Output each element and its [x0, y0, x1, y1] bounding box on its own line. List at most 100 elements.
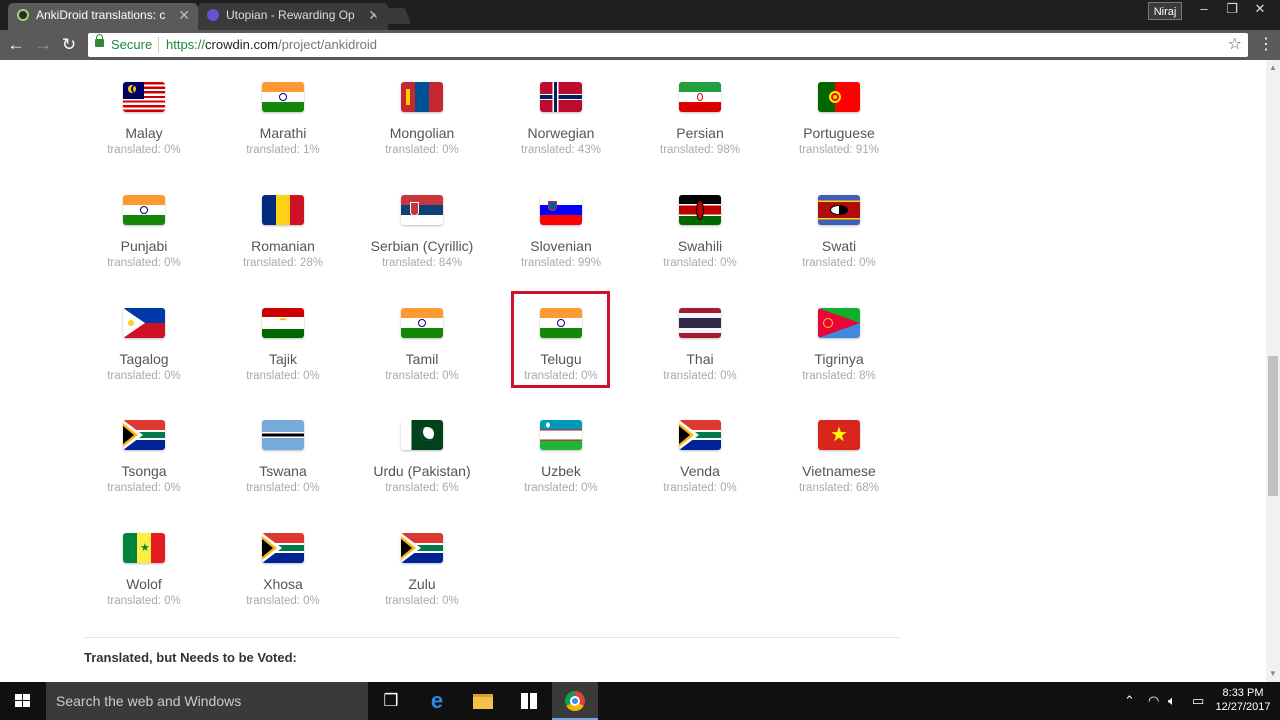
translation-progress: translated: 91% — [799, 144, 879, 156]
new-tab-button[interactable] — [373, 8, 411, 24]
language-item-serbian-cyrillic[interactable]: Serbian (Cyrillic) translated: 84% — [352, 195, 492, 270]
language-item-thai[interactable]: Thai translated: 0% — [630, 308, 770, 383]
reload-icon[interactable]: ↻ — [59, 35, 79, 55]
translation-progress: translated: 0% — [107, 144, 181, 156]
language-item-zulu[interactable]: Zulu translated: 0% — [352, 533, 492, 608]
india-flag-icon — [401, 308, 443, 338]
language-item-tajik[interactable]: Tajik translated: 0% — [213, 308, 353, 383]
language-name: Thai — [686, 351, 714, 367]
southafrica-flag-icon — [401, 533, 443, 563]
translation-progress: translated: 0% — [385, 595, 459, 607]
clock-date: 12/27/2017 — [1215, 701, 1271, 713]
user-profile-button[interactable]: Niraj — [1148, 2, 1182, 20]
language-item-punjabi[interactable]: Punjabi translated: 0% — [74, 195, 214, 270]
bookmark-star-icon[interactable]: ☆ — [1228, 34, 1242, 54]
language-name: Persian — [676, 125, 724, 141]
language-item-marathi[interactable]: Marathi translated: 1% — [213, 82, 353, 157]
start-button[interactable] — [0, 682, 46, 720]
language-item-vietnamese[interactable]: ★ Vietnamese translated: 68% — [769, 420, 909, 495]
philippines-flag-icon — [123, 308, 165, 338]
tray-chevron-icon[interactable]: ⌃ — [1124, 682, 1135, 720]
browser-menu-icon[interactable]: ⋮ — [1258, 35, 1274, 55]
translation-progress: translated: 0% — [246, 482, 320, 494]
language-item-mongolian[interactable]: Mongolian translated: 0% — [352, 82, 492, 157]
language-name: Romanian — [251, 238, 315, 254]
section-divider — [84, 637, 900, 638]
translation-progress: translated: 8% — [802, 370, 876, 382]
tab-title: AnkiDroid translations: c — [36, 8, 166, 22]
minimize-icon[interactable]: – — [1190, 0, 1218, 20]
address-bar[interactable]: Secure https://crowdin.com/project/ankid… — [88, 33, 1248, 57]
notifications-icon[interactable]: ▭ — [1192, 682, 1204, 720]
translation-progress: translated: 98% — [660, 144, 740, 156]
language-item-tamil[interactable]: Tamil translated: 0% — [352, 308, 492, 383]
url-protocol: https:// — [166, 37, 206, 52]
omnibox-separator — [158, 37, 159, 53]
scroll-up-icon[interactable]: ▲ — [1266, 62, 1280, 74]
translation-progress: translated: 0% — [385, 370, 459, 382]
translation-progress: translated: 43% — [521, 144, 601, 156]
language-name: Punjabi — [120, 238, 168, 254]
tab-ankidroid-translations[interactable]: AnkiDroid translations: c ✕ — [8, 3, 198, 30]
translation-progress: translated: 0% — [385, 144, 459, 156]
edge-browser-icon[interactable]: e — [414, 682, 460, 720]
eritrea-flag-icon — [818, 308, 860, 338]
url-text[interactable]: https://crowdin.com/project/ankidroid — [166, 37, 377, 52]
url-path: /project/ankidroid — [278, 37, 377, 52]
iran-flag-icon — [679, 82, 721, 112]
window-close-icon[interactable]: ✕ — [1246, 0, 1274, 20]
southafrica-flag-icon — [262, 533, 304, 563]
language-item-tswana[interactable]: Tswana translated: 0% — [213, 420, 353, 495]
language-item-venda[interactable]: Venda translated: 0% — [630, 420, 770, 495]
language-name: Swati — [821, 238, 857, 254]
back-arrow-icon[interactable]: ← — [6, 35, 26, 55]
language-name: Slovenian — [530, 238, 592, 254]
language-item-uzbek[interactable]: Uzbek translated: 0% — [491, 420, 631, 495]
language-item-wolof[interactable]: ★ Wolof translated: 0% — [74, 533, 214, 608]
language-item-malay[interactable]: Malay translated: 0% — [74, 82, 214, 157]
romania-flag-icon — [262, 195, 304, 225]
language-name: Portuguese — [803, 125, 875, 141]
section-title: Translated, but Needs to be Voted: — [84, 650, 297, 665]
tab-title: Utopian - Rewarding Op — [226, 8, 355, 22]
system-clock[interactable]: 8:33 PM 12/27/2017 — [1212, 686, 1274, 714]
southafrica-flag-icon — [123, 420, 165, 450]
language-item-persian[interactable]: Persian translated: 98% — [630, 82, 770, 157]
clock-time: 8:33 PM — [1222, 687, 1264, 699]
task-view-icon[interactable]: ❒ — [368, 682, 414, 720]
language-item-tigrinya[interactable]: Tigrinya translated: 8% — [769, 308, 909, 383]
chrome-taskbar-icon[interactable] — [552, 682, 598, 720]
forward-arrow-icon[interactable]: → — [33, 35, 53, 55]
taskbar-search-box[interactable]: Search the web and Windows — [46, 682, 368, 720]
language-item-slovenian[interactable]: Slovenian translated: 99% — [491, 195, 631, 270]
tab-close-icon[interactable]: ✕ — [178, 3, 190, 27]
translation-progress: translated: 6% — [385, 482, 459, 494]
tab-utopian[interactable]: Utopian - Rewarding Op ✕ — [198, 3, 388, 30]
wifi-icon[interactable]: ◠ — [1148, 682, 1159, 720]
language-name: Norwegian — [527, 125, 595, 141]
highlight-box — [511, 291, 610, 388]
translation-progress: translated: 0% — [802, 257, 876, 269]
language-name: Tsonga — [121, 463, 167, 479]
url-host: crowdin.com — [205, 37, 278, 52]
language-item-swati[interactable]: Swati translated: 0% — [769, 195, 909, 270]
language-item-urdu-pakistan[interactable]: ★ Urdu (Pakistan) translated: 6% — [352, 420, 492, 495]
store-icon[interactable] — [506, 682, 552, 720]
language-item-swahili[interactable]: Swahili translated: 0% — [630, 195, 770, 270]
translation-progress: translated: 0% — [107, 595, 181, 607]
language-name: Xhosa — [263, 576, 303, 592]
language-item-romanian[interactable]: Romanian translated: 28% — [213, 195, 353, 270]
thailand-flag-icon — [679, 308, 721, 338]
file-explorer-icon[interactable] — [460, 682, 506, 720]
language-item-norwegian[interactable]: Norwegian translated: 43% — [491, 82, 631, 157]
language-item-tagalog[interactable]: Tagalog translated: 0% — [74, 308, 214, 383]
language-item-tsonga[interactable]: Tsonga translated: 0% — [74, 420, 214, 495]
language-name: Tswana — [259, 463, 307, 479]
translation-progress: translated: 0% — [246, 370, 320, 382]
scroll-down-icon[interactable]: ▼ — [1266, 668, 1280, 680]
language-item-portuguese[interactable]: Portuguese translated: 91% — [769, 82, 909, 157]
scrollbar-thumb[interactable] — [1268, 356, 1278, 496]
restore-icon[interactable]: ❐ — [1218, 0, 1246, 20]
volume-icon[interactable]: 🔈︎ — [1168, 682, 1176, 720]
language-item-xhosa[interactable]: Xhosa translated: 0% — [213, 533, 353, 608]
